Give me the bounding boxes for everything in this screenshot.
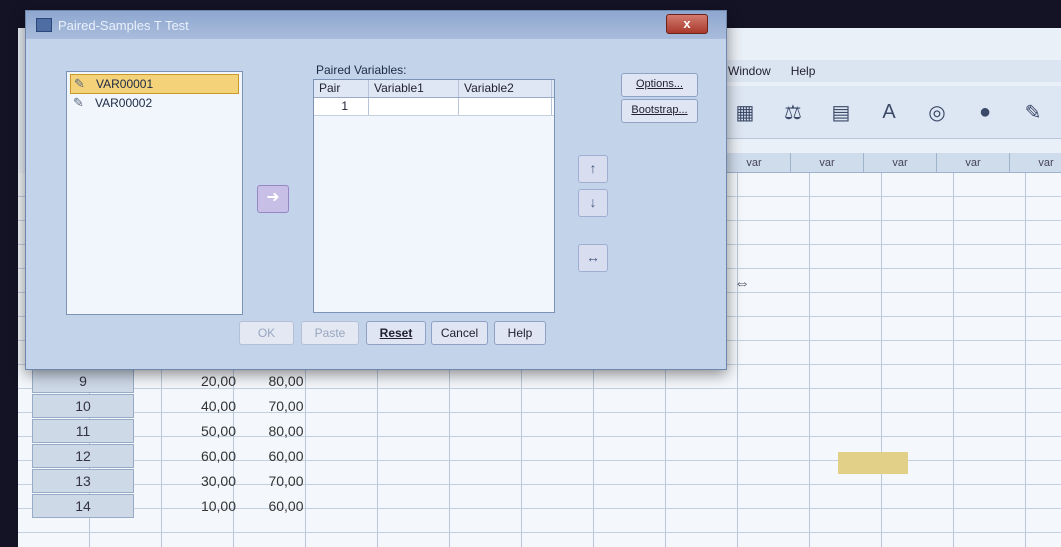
cell-var1[interactable]: 60,00 bbox=[138, 448, 236, 464]
resize-cursor-icon: ⇔ bbox=[734, 275, 750, 292]
toolbar: ▦ ⚖ ▤ A ◎ ● ✎ bbox=[718, 86, 1061, 139]
help-button[interactable]: Help bbox=[494, 321, 546, 345]
column-header[interactable]: var bbox=[937, 153, 1010, 173]
column-headers: var var var var var bbox=[718, 153, 1061, 173]
paired-variables-label: Paired Variables: bbox=[316, 63, 407, 77]
header-pair: Pair bbox=[314, 80, 369, 97]
cell-var1[interactable]: 30,00 bbox=[138, 473, 236, 489]
table-row: 10 40,00 70,00 bbox=[32, 393, 336, 418]
move-up-button[interactable]: ↑ bbox=[578, 155, 608, 183]
cell-var2[interactable]: 60,00 bbox=[236, 448, 336, 464]
variable-label: VAR00001 bbox=[96, 77, 154, 91]
move-arrow-button[interactable]: ➜ bbox=[257, 185, 289, 213]
bootstrap-button[interactable]: Bootstrap... bbox=[621, 99, 698, 123]
table-row: 13 30,00 70,00 bbox=[32, 468, 336, 493]
column-header[interactable]: var bbox=[1010, 153, 1061, 173]
dialog-title: Paired-Samples T Test bbox=[58, 17, 189, 33]
source-variable-list[interactable]: ✎ VAR00001 ✎ VAR00002 bbox=[66, 71, 243, 315]
cell-var2[interactable]: 60,00 bbox=[236, 498, 336, 514]
paired-samples-t-test-dialog: Paired-Samples T Test x ✎ VAR00001 ✎ VAR… bbox=[25, 10, 750, 370]
options-button[interactable]: Options... bbox=[621, 73, 698, 97]
dialog-titlebar[interactable]: Paired-Samples T Test x bbox=[26, 11, 726, 39]
table-icon[interactable]: ▤ bbox=[826, 97, 856, 127]
cell-var2[interactable]: 70,00 bbox=[236, 398, 336, 414]
row-number[interactable]: 12 bbox=[32, 443, 134, 468]
arrow-right-icon: ➜ bbox=[266, 189, 280, 206]
app-icon bbox=[36, 18, 52, 32]
ok-button[interactable]: OK bbox=[239, 321, 294, 345]
grid-icon[interactable]: ▦ bbox=[730, 97, 760, 127]
row-number[interactable]: 14 bbox=[32, 493, 134, 518]
table-row: 9 20,00 80,00 bbox=[32, 368, 336, 393]
paired-table-header: Pair Variable1 Variable2 bbox=[314, 80, 554, 98]
cancel-button[interactable]: Cancel bbox=[431, 321, 488, 345]
pair-variable2-cell[interactable] bbox=[459, 98, 552, 115]
arrow-down-icon: ↓ bbox=[589, 194, 597, 210]
column-header[interactable]: var bbox=[864, 153, 937, 173]
variable-item[interactable]: ✎ VAR00001 bbox=[70, 74, 239, 94]
header-variable1: Variable1 bbox=[369, 80, 459, 97]
menu-window[interactable]: Window bbox=[728, 64, 771, 78]
data-rows: 9 20,00 80,00 10 40,00 70,00 11 50,00 80… bbox=[32, 368, 336, 518]
cell-var1[interactable]: 20,00 bbox=[138, 373, 236, 389]
table-row: 11 50,00 80,00 bbox=[32, 418, 336, 443]
highlighted-cell[interactable] bbox=[838, 452, 908, 474]
venn-icon[interactable]: ◎ bbox=[922, 97, 952, 127]
swap-icon: ↔ bbox=[586, 249, 600, 265]
column-header[interactable]: var bbox=[718, 153, 791, 173]
variable-label: VAR00002 bbox=[95, 96, 153, 110]
row-number[interactable]: 13 bbox=[32, 468, 134, 493]
pair-variable1-cell[interactable] bbox=[369, 98, 459, 115]
table-row: 14 10,00 60,00 bbox=[32, 493, 336, 518]
abc-icon[interactable]: ✎ bbox=[1018, 97, 1048, 127]
menu-help[interactable]: Help bbox=[791, 64, 816, 78]
paired-variables-table[interactable]: Pair Variable1 Variable2 1 bbox=[313, 79, 555, 313]
cell-var1[interactable]: 40,00 bbox=[138, 398, 236, 414]
variable-item[interactable]: ✎ VAR00002 bbox=[67, 94, 242, 112]
swap-button[interactable]: ↔ bbox=[578, 244, 608, 272]
row-number[interactable]: 10 bbox=[32, 393, 134, 418]
cell-var2[interactable]: 80,00 bbox=[236, 373, 336, 389]
pair-number: 1 bbox=[314, 98, 369, 115]
paste-button[interactable]: Paste bbox=[301, 321, 359, 345]
move-down-button[interactable]: ↓ bbox=[578, 189, 608, 217]
circles-icon[interactable]: ● bbox=[970, 97, 1000, 127]
cell-var2[interactable]: 80,00 bbox=[236, 423, 336, 439]
menubar: Window Help bbox=[718, 60, 1061, 82]
cell-var2[interactable]: 70,00 bbox=[236, 473, 336, 489]
table-row: 12 60,00 60,00 bbox=[32, 443, 336, 468]
cell-var1[interactable]: 50,00 bbox=[138, 423, 236, 439]
pencil-icon: ✎ bbox=[74, 76, 85, 91]
header-variable2: Variable2 bbox=[459, 80, 552, 97]
pair-row[interactable]: 1 bbox=[314, 98, 554, 116]
close-button[interactable]: x bbox=[666, 14, 708, 34]
value-labels-icon[interactable]: A bbox=[874, 97, 904, 127]
cell-var1[interactable]: 10,00 bbox=[138, 498, 236, 514]
reset-button[interactable]: Reset bbox=[366, 321, 426, 345]
row-number[interactable]: 9 bbox=[32, 368, 134, 393]
scale-icon[interactable]: ⚖ bbox=[778, 97, 808, 127]
column-header[interactable]: var bbox=[791, 153, 864, 173]
arrow-up-icon: ↑ bbox=[589, 160, 597, 176]
row-number[interactable]: 11 bbox=[32, 418, 134, 443]
pencil-icon: ✎ bbox=[73, 95, 84, 110]
